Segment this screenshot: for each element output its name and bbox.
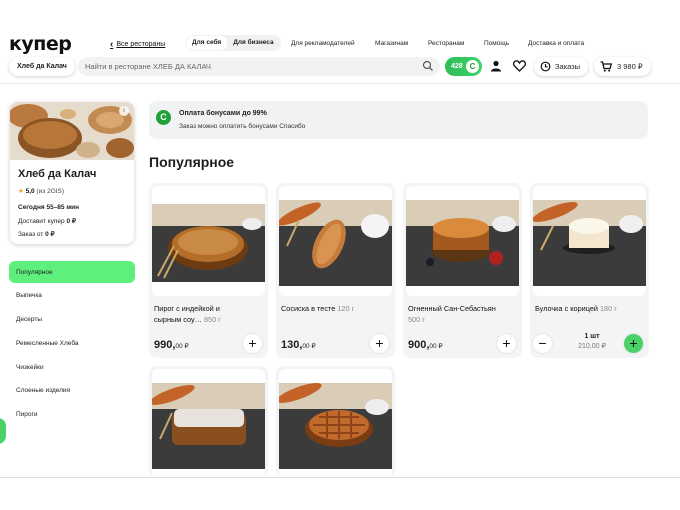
history-icon: [540, 61, 551, 72]
nav-delivery-payment[interactable]: Доставка и оплата: [528, 40, 584, 47]
search-placeholder: Найти в ресторане ХЛЕБ ДА КАЛАЧ: [85, 62, 211, 71]
product-name: Пирог с индейкой и сырным соу… 850 г: [154, 304, 221, 324]
chat-tab[interactable]: [0, 418, 6, 444]
orders-button[interactable]: Заказы: [534, 57, 589, 76]
segment-personal[interactable]: Для себя: [186, 36, 228, 50]
bonus-banner[interactable]: С Оплата бонусами до 99% Заказ можно опл…: [149, 101, 648, 139]
bottom-bar: [0, 477, 680, 510]
decrease-quantity-button[interactable]: −: [533, 334, 552, 353]
product-price: 900,00 ₽: [408, 339, 443, 351]
product-name: Булочка с корицей 180 г: [535, 304, 617, 313]
segment-business[interactable]: Для бизнеса: [227, 36, 279, 50]
category-list: Популярное Выпечка Десерты Ремесленные Х…: [9, 261, 135, 428]
user-icon[interactable]: [490, 60, 502, 72]
header: купер ‹ Все рестораны Для себя Для бизне…: [0, 30, 680, 84]
product-card[interactable]: Пирог с индейкой и сырным соу… 850 г 990…: [149, 183, 268, 358]
banner-title: Оплата бонусами до 99%: [179, 110, 267, 117]
store-pill[interactable]: Хлеб да Калач: [9, 57, 75, 76]
chevron-left-icon: ‹: [110, 39, 114, 50]
section-title: Популярное: [149, 154, 235, 170]
product-card[interactable]: [149, 366, 268, 478]
store-cover-image: [10, 102, 134, 160]
star-icon: ★: [18, 188, 24, 195]
category-popular[interactable]: Популярное: [9, 261, 135, 283]
category-pastry[interactable]: Выпечка: [9, 285, 135, 307]
search-input[interactable]: Найти в ресторане ХЛЕБ ДА КАЛАЧ: [78, 57, 440, 76]
nav-advertisers[interactable]: Для рекламодателей: [291, 40, 355, 47]
nav-restaurants[interactable]: Ресторанам: [428, 40, 464, 47]
quantity-total: 210,00 ₽: [578, 343, 606, 350]
kuper-logo[interactable]: купер: [9, 33, 72, 55]
category-craft-bread[interactable]: Ремесленные Хлеба: [9, 332, 135, 354]
delivery-time: Сегодня 55–85 мин: [18, 204, 80, 211]
quantity-display: 1 шт 210,00 ₽: [572, 333, 612, 350]
product-image: [406, 186, 519, 296]
category-pies[interactable]: Пироги: [9, 404, 135, 426]
all-restaurants-link[interactable]: ‹ Все рестораны: [110, 39, 165, 50]
heart-icon[interactable]: [513, 60, 526, 72]
sber-bonus-icon: С: [466, 60, 479, 73]
product-price: 990,00 ₽: [154, 339, 189, 351]
bonus-balance[interactable]: 428 С: [445, 57, 482, 76]
product-name: Сосиска в тесте 120 г: [281, 304, 355, 313]
nav-shops[interactable]: Магазинам: [375, 40, 408, 47]
cart-icon: [600, 61, 612, 72]
store-card: i Хлеб да Калач ★ 5,0 (из 2GIS) Сегодня …: [10, 102, 134, 244]
top-strip: [0, 0, 680, 30]
store-name: Хлеб да Калач: [18, 168, 97, 180]
audience-switch: Для себя Для бизнеса: [185, 35, 281, 51]
category-cheesecakes[interactable]: Чизкейки: [9, 356, 135, 378]
cart-button[interactable]: 3 980 ₽: [594, 57, 651, 76]
store-rating: ★ 5,0 (из 2GIS): [18, 188, 65, 195]
sber-icon: С: [156, 110, 171, 125]
product-card[interactable]: Сосиска в тесте 120 г 130,00 ₽ +: [276, 183, 395, 358]
banner-text: Заказ можно оплатить бонусами Спасибо: [179, 123, 306, 130]
product-card[interactable]: [276, 366, 395, 478]
product-image: [152, 369, 265, 478]
product-card[interactable]: Огненный Сан-Себастьян 500 г 900,00 ₽ +: [403, 183, 522, 358]
category-puff-pastry[interactable]: Слоеные изделия: [9, 380, 135, 402]
quantity-count: 1 шт: [584, 333, 600, 340]
product-image: [279, 369, 392, 478]
nav-help[interactable]: Помощь: [484, 40, 509, 47]
add-to-cart-button[interactable]: +: [497, 334, 516, 353]
info-icon[interactable]: i: [119, 106, 129, 116]
add-to-cart-button[interactable]: +: [370, 334, 389, 353]
product-image: [152, 186, 265, 296]
min-order: Заказ от 0 ₽: [18, 231, 55, 238]
add-to-cart-button[interactable]: +: [243, 334, 262, 353]
delivery-cost: Доставит купер 0 ₽: [18, 218, 77, 225]
product-image: [533, 186, 646, 296]
increase-quantity-button[interactable]: +: [624, 334, 643, 353]
category-desserts[interactable]: Десерты: [9, 309, 135, 331]
product-name: Огненный Сан-Себастьян 500 г: [408, 304, 496, 324]
product-card[interactable]: Булочка с корицей 180 г − 1 шт 210,00 ₽ …: [530, 183, 649, 358]
product-price: 130,00 ₽: [281, 339, 316, 351]
search-icon[interactable]: [422, 60, 434, 72]
product-image: [279, 186, 392, 296]
